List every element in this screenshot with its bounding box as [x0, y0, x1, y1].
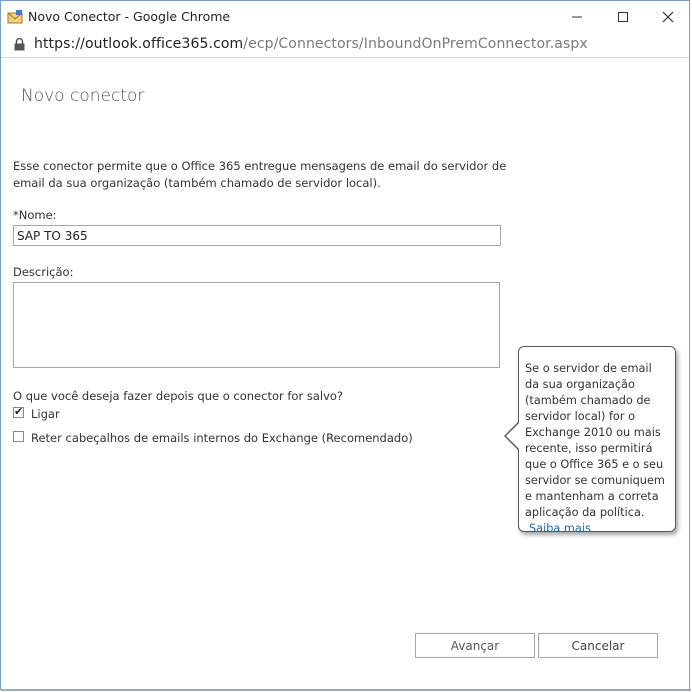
maximize-icon: [618, 12, 628, 22]
after-save-label: O que você deseja fazer depois que o con…: [13, 389, 344, 403]
retain-headers-checkbox[interactable]: [13, 431, 24, 442]
description-textarea[interactable]: [13, 282, 500, 368]
info-callout: Se o servidor de email da sua organizaçã…: [518, 346, 676, 535]
close-icon: [662, 11, 674, 23]
name-input[interactable]: [13, 225, 501, 246]
title-bar: Novo Conector - Google Chrome: [1, 1, 689, 33]
address-bar[interactable]: https://outlook.office365.com/ecp/Connec…: [1, 33, 689, 58]
callout-text: Se o servidor de email da sua organizaçã…: [525, 362, 665, 519]
page-title: Novo conector: [21, 86, 145, 106]
window-bottom-border: [1, 689, 691, 691]
intro-text: Esse conector permite que o Office 365 e…: [13, 159, 507, 190]
name-label: *Nome:: [13, 208, 57, 222]
callout-arrow-fill: [506, 422, 520, 450]
retain-headers-label[interactable]: Reter cabeçalhos de emails internos do E…: [31, 431, 413, 445]
close-button[interactable]: [645, 1, 691, 33]
lock-icon: [14, 38, 25, 51]
next-button[interactable]: Avançar: [415, 633, 535, 658]
turn-on-label[interactable]: Ligar: [31, 407, 60, 421]
turn-on-checkbox[interactable]: [13, 405, 24, 418]
url-text[interactable]: https://outlook.office365.com/ecp/Connec…: [34, 36, 588, 52]
url-host: https://outlook.office365.com: [34, 36, 244, 52]
description-label: Descrição:: [13, 265, 74, 279]
envelope-icon: [7, 10, 23, 24]
learn-more-link[interactable]: Saiba mais: [525, 521, 669, 537]
window-title: Novo Conector - Google Chrome: [28, 9, 231, 24]
browser-window: Novo Conector - Google Chrome https://ou…: [0, 0, 691, 691]
cancel-button[interactable]: Cancelar: [538, 633, 658, 658]
maximize-button[interactable]: [600, 1, 646, 33]
minimize-button[interactable]: [554, 1, 600, 33]
minimize-icon: [572, 16, 582, 18]
url-path: /ecp/Connectors/InboundOnPremConnector.a…: [243, 36, 588, 52]
